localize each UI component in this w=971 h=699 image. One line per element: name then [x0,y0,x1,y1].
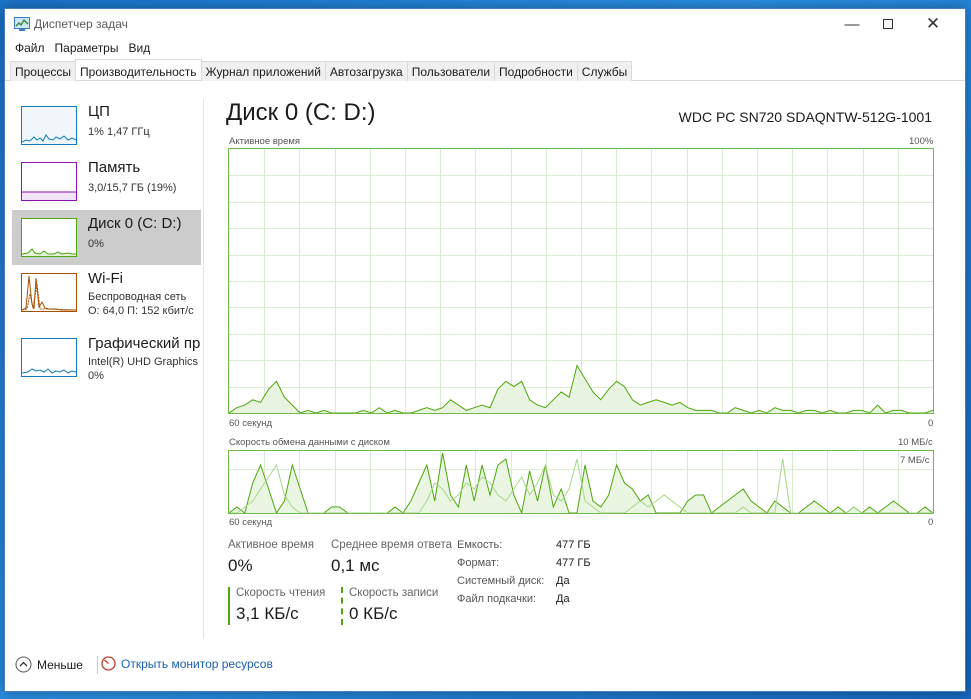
resource-monitor-link[interactable]: Открыть монитор ресурсов [101,656,273,671]
maximize-icon [883,19,893,29]
maximize-button[interactable] [865,9,911,39]
sidebar-item-title: Память [88,159,141,176]
footer-bar: Меньше Открыть монитор ресурсов [5,650,965,680]
sidebar-item-memory[interactable]: Память 3,0/15,7 ГБ (19%) [12,154,201,209]
gpu-thumbnail [21,338,77,377]
sidebar-item-title: Wi-Fi [88,270,123,287]
chevron-up-icon [15,656,32,673]
read-rate-marker [228,587,230,625]
footer-divider [97,656,98,674]
read-rate-value: 3,1 КБ/с [236,604,299,623]
chart1-max-label: 100% [909,136,934,147]
active-time-chart-svg [228,149,934,414]
read-rate-label: Скорость чтения [236,587,326,599]
system-disk-value: Да [556,575,570,587]
sidebar-item-gpu[interactable]: Графический про Intel(R) UHD Graphics 0% [12,330,201,385]
tab-bar: Процессы Производительность Журнал прило… [5,59,965,81]
format-label: Формат: [457,557,500,569]
fewer-details-label: Меньше [37,657,83,672]
transfer-rate-chart-svg [228,451,934,515]
window-title: Диспетчер задач [34,17,128,31]
resource-monitor-link-label: Открыть монитор ресурсов [121,656,273,671]
sidebar-item-subtitle: 3,0/15,7 ГБ (19%) [88,182,177,194]
sidebar-item-title: Диск 0 (C: D:) [88,215,182,232]
tab-processes[interactable]: Процессы [10,61,77,81]
response-time-label: Среднее время ответа [331,539,453,551]
tab-performance[interactable]: Производительность [75,59,202,80]
capacity-label: Емкость: [457,539,503,551]
menu-file[interactable]: Файл [10,39,50,59]
chart2-inner-label: 7 МБ/с [900,455,930,466]
sidebar-item-title: ЦП [88,103,110,120]
capacity-value: 477 ГБ [556,539,591,551]
menu-view[interactable]: Вид [123,39,155,59]
response-time-value: 0,1 мс [331,556,380,575]
cpu-thumbnail [21,106,77,145]
chart1-time-label: 60 секунд [229,418,273,429]
sidebar-item-disk[interactable]: Диск 0 (C: D:) 0% [12,210,201,265]
task-manager-window: Диспетчер задач — ✕ Файл Параметры Вид П… [4,8,966,692]
menu-bar: Файл Параметры Вид [5,39,155,59]
sidebar-item-subtitle: Беспроводная сеть [88,291,187,303]
active-time-chart [228,148,934,414]
minimize-icon: — [844,15,860,33]
write-rate-value: 0 КБ/с [349,604,398,623]
menu-options[interactable]: Параметры [50,39,124,59]
sidebar-item-subtitle-2: 0% [88,370,104,382]
active-time-label: Активное время [228,539,315,551]
task-manager-icon [14,17,30,31]
system-disk-label: Системный диск: [457,575,545,587]
tab-app-history[interactable]: Журнал приложений [200,61,326,81]
sidebar-item-subtitle: 0% [88,238,104,250]
resource-monitor-icon [101,656,116,671]
fewer-details-button[interactable]: Меньше [15,656,83,673]
chart1-zero-label: 0 [928,418,934,429]
write-rate-marker [341,587,343,625]
sidebar-item-cpu[interactable]: ЦП 1% 1,47 ГГц [12,98,201,153]
chart2-time-label: 60 секунд [229,517,273,528]
sidebar-item-subtitle: 1% 1,47 ГГц [88,126,150,138]
sidebar-item-title: Графический про [88,335,201,352]
chart2-zero-label: 0 [928,517,934,528]
page-file-value: Да [556,593,570,605]
active-time-value: 0% [228,556,253,575]
write-rate-label: Скорость записи [349,587,439,599]
sidebar-item-subtitle: Intel(R) UHD Graphics [88,356,199,368]
memory-thumbnail [21,162,77,201]
tab-details[interactable]: Подробности [494,61,578,81]
disk-model: WDC PC SN720 SDAQNTW-512G-1001 [678,109,932,125]
page-file-label: Файл подкачки: [457,593,537,605]
chart2-max-label: 10 МБ/с [898,437,933,448]
close-icon: ✕ [925,14,941,33]
chart2-label: Скорость обмена данными с диском [229,437,390,448]
transfer-rate-chart: 7 МБ/с [228,450,934,515]
tab-users[interactable]: Пользователи [406,61,496,81]
disk-thumbnail [21,218,77,257]
sidebar-item-subtitle-2: О: 64,0 П: 152 кбит/с [88,305,194,317]
page-title: Диск 0 (C: D:) [226,99,376,126]
tab-startup[interactable]: Автозагрузка [324,61,408,81]
title-bar[interactable]: Диспетчер задач — ✕ [5,9,965,39]
sidebar-divider [203,99,204,639]
sidebar-item-wifi[interactable]: Wi-Fi Беспроводная сеть О: 64,0 П: 152 к… [12,265,201,320]
tab-services[interactable]: Службы [576,61,633,81]
wifi-thumbnail [21,273,77,312]
format-value: 477 ГБ [556,557,591,569]
close-button[interactable]: ✕ [910,9,956,39]
chart1-label: Активное время [229,136,301,147]
